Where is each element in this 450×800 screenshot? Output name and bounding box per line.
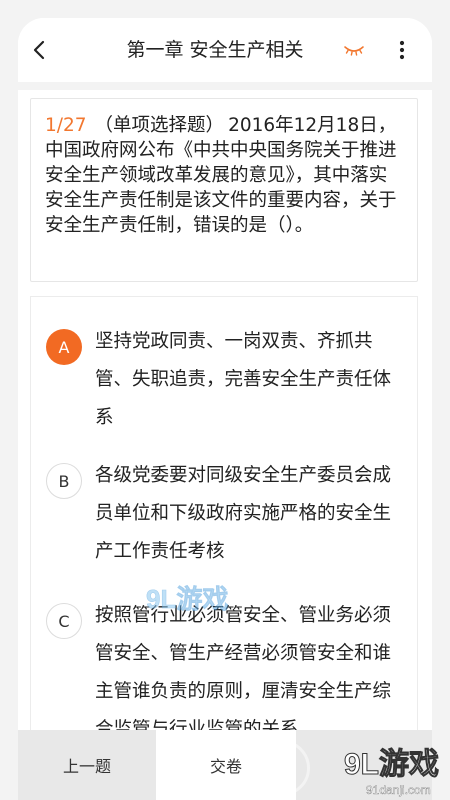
back-button[interactable] [24, 34, 56, 66]
option-b[interactable]: B 各级党委要对同级安全生产委员会成员单位和下级政府实施严格的安全生产工作责任考… [31, 451, 417, 571]
question-index: 1/27 [45, 115, 87, 136]
watermark-logo: 9L游戏 91danji.com [254, 736, 450, 800]
watermark-center: 9L游戏 [146, 584, 229, 615]
more-vertical-icon [399, 40, 405, 60]
watermark-site-text: 91danji.com [366, 783, 431, 797]
page-title: 第一章 安全生产相关 [126, 39, 304, 61]
watermark-center-text: 9L游戏 [146, 584, 228, 614]
option-c-text: 按照管行业必须管安全、管业务必须管安全、管生产经营必须管安全和谁主管谁负责的原则… [95, 605, 392, 740]
eye-closed-icon [344, 46, 364, 56]
app-window: 第一章 安全生产相关 1/27 （单项选择题） 2016年12月18日，中国政府… [18, 18, 432, 800]
option-b-badge: B [46, 463, 82, 499]
question-text-block: 1/27 （单项选择题） 2016年12月18日，中国政府网公布《中共中央国务院关于… [45, 113, 403, 238]
chevron-left-icon [33, 40, 45, 60]
prev-question-button[interactable]: 上一题 [18, 730, 156, 800]
more-button[interactable] [390, 36, 414, 64]
header-divider [18, 82, 432, 90]
watermark-logo-text: 9L游戏 [344, 748, 439, 781]
option-a-text: 坚持党政同责、一岗双责、齐抓共管、失职追责，完善安全生产责任体系 [95, 331, 392, 428]
option-b-text: 各级党委要对同级安全生产委员会成员单位和下级政府实施严格的安全生产工作责任考核 [95, 465, 392, 562]
question-card: 1/27 （单项选择题） 2016年12月18日，中国政府网公布《中共中央国务院关于… [30, 98, 418, 282]
option-a[interactable]: A 坚持党政同责、一岗双责、齐抓共管、失职追责，完善安全生产责任体系 [31, 311, 417, 431]
option-a-badge: A [46, 329, 82, 365]
header-bar: 第一章 安全生产相关 [18, 18, 432, 82]
options-list: A 坚持党政同责、一岗双责、齐抓共管、失职追责，完善安全生产责任体系 B 各级党… [30, 296, 418, 746]
screen: 第一章 安全生产相关 1/27 （单项选择题） 2016年12月18日，中国政府… [0, 0, 450, 800]
question-type: （单项选择题） [94, 115, 225, 136]
eye-toggle-button[interactable] [342, 40, 366, 60]
watermark-logo-art: 9L游戏 91danji.com [344, 748, 440, 798]
option-c-badge: C [46, 603, 82, 639]
